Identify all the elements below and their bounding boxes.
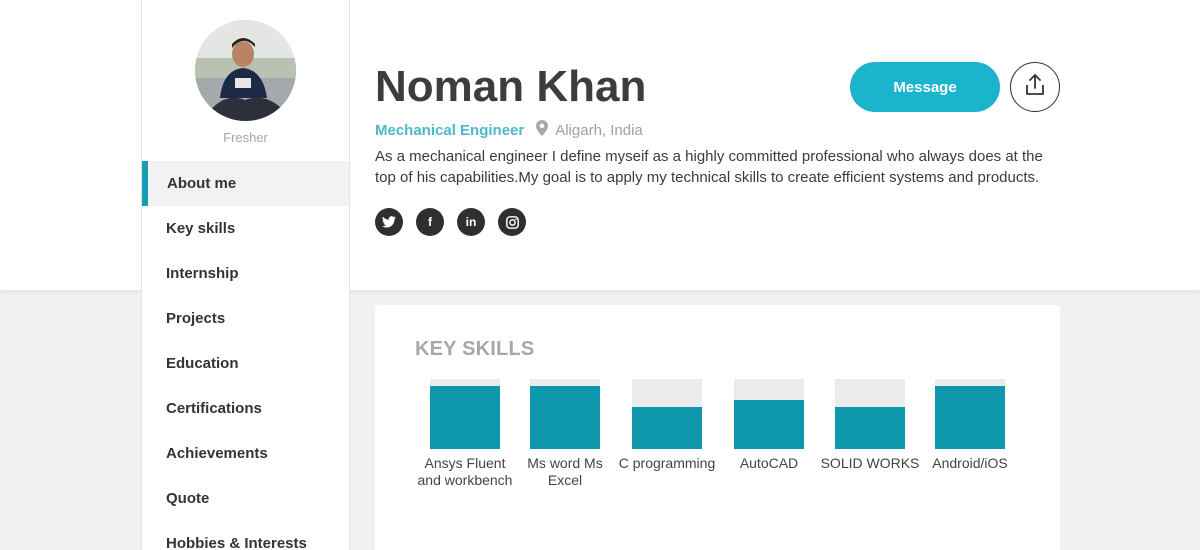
skill-label: SOLID WORKS bbox=[820, 455, 920, 471]
skill-bar-fill bbox=[430, 386, 500, 449]
skill-bar-track bbox=[632, 379, 702, 449]
skill-label: C programming bbox=[618, 455, 716, 471]
profile-name: Noman Khan bbox=[375, 62, 647, 111]
skill-bar-fill bbox=[935, 386, 1005, 449]
sidebar-item-key-skills[interactable]: Key skills bbox=[142, 206, 349, 251]
skill-bar-track bbox=[734, 379, 804, 449]
skill-label: Ansys Fluent and workbench bbox=[417, 455, 513, 488]
skill-label: Android/iOS bbox=[932, 455, 1008, 471]
message-button[interactable]: Message bbox=[850, 62, 1000, 112]
sidebar-item-quote[interactable]: Quote bbox=[142, 476, 349, 521]
profile-location: Aligarh, India bbox=[555, 121, 643, 139]
sidebar-item-about-me[interactable]: About me bbox=[142, 161, 349, 206]
status-caption: Fresher bbox=[223, 130, 268, 145]
social-links: f in bbox=[375, 208, 526, 236]
avatar-photo bbox=[195, 20, 296, 121]
key-skills-card: KEY SKILLS Ansys Fluent and workbench Ms … bbox=[375, 305, 1060, 550]
linkedin-glyph: in bbox=[465, 215, 477, 229]
skill-bar-track bbox=[935, 379, 1005, 449]
sidebar-item-education[interactable]: Education bbox=[142, 341, 349, 386]
skill-bar-fill bbox=[632, 407, 702, 449]
location-pin-icon bbox=[536, 120, 549, 140]
skill-bar-track bbox=[430, 379, 500, 449]
facebook-glyph: f bbox=[428, 215, 432, 229]
profile-role: Mechanical Engineer bbox=[375, 121, 525, 139]
skill-bar-fill bbox=[734, 400, 804, 449]
key-skills-title: KEY SKILLS bbox=[415, 338, 535, 360]
sidebar-item-hobbies[interactable]: Hobbies & Interests bbox=[142, 521, 349, 550]
skill-bar-track bbox=[835, 379, 905, 449]
sidebar-item-achievements[interactable]: Achievements bbox=[142, 431, 349, 476]
skill-label: Ms word Ms Excel bbox=[527, 455, 603, 488]
skill-bar-fill bbox=[530, 386, 600, 449]
profile-about: As a mechanical engineer I define myseif… bbox=[375, 148, 1043, 186]
skill-label: AutoCAD bbox=[739, 455, 799, 471]
linkedin-icon[interactable]: in bbox=[457, 208, 485, 236]
share-upload-icon bbox=[1025, 73, 1045, 101]
key-skills-bars: Ansys Fluent and workbench Ms word Ms Exc… bbox=[375, 379, 1060, 529]
sidebar-nav: About me Key skills Internship Projects … bbox=[142, 161, 349, 550]
skill-bar-track bbox=[530, 379, 600, 449]
sidebar: Fresher About me Key skills Internship P… bbox=[141, 0, 350, 550]
twitter-icon[interactable] bbox=[375, 208, 403, 236]
sidebar-item-certifications[interactable]: Certifications bbox=[142, 386, 349, 431]
profile-meta: Mechanical Engineer Aligarh, India bbox=[375, 120, 643, 140]
share-button[interactable] bbox=[1010, 62, 1060, 112]
avatar bbox=[195, 20, 296, 121]
instagram-icon[interactable] bbox=[498, 208, 526, 236]
facebook-icon[interactable]: f bbox=[416, 208, 444, 236]
sidebar-item-internship[interactable]: Internship bbox=[142, 251, 349, 296]
sidebar-item-projects[interactable]: Projects bbox=[142, 296, 349, 341]
skill-bar-fill bbox=[835, 407, 905, 449]
